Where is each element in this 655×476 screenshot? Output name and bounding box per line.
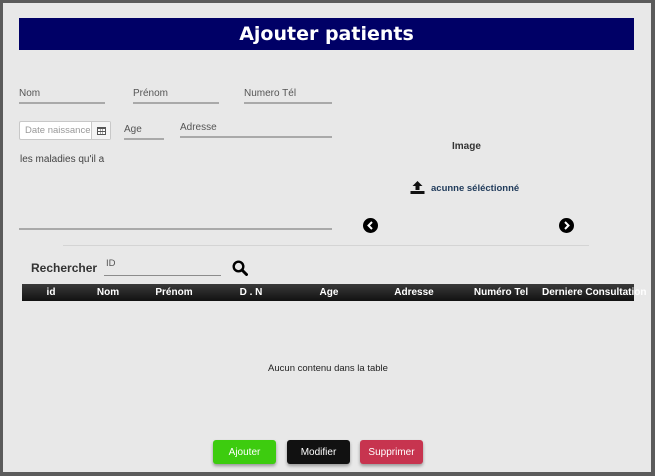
upload-icon xyxy=(410,179,425,198)
prenom-field[interactable]: Prénom xyxy=(133,86,219,104)
phone-field[interactable]: Numero Tél xyxy=(244,86,332,104)
arrow-left-circle-icon[interactable] xyxy=(363,218,378,233)
table-header-row: id Nom Prénom D . N Age Adresse Numéro T… xyxy=(22,284,646,301)
maladies-textarea[interactable] xyxy=(19,228,332,230)
calendar-icon[interactable] xyxy=(91,122,110,139)
upload-status: acunne séléctionné xyxy=(431,183,520,194)
prenom-label: Prénom xyxy=(133,88,169,99)
birthdate-placeholder: Date naissance xyxy=(25,125,91,136)
page-title: Ajouter patients xyxy=(19,18,634,50)
search-label: Rechercher xyxy=(31,261,98,275)
birthdate-picker[interactable]: Date naissance xyxy=(19,121,111,140)
column-header-consultation[interactable]: Derniere Consultation xyxy=(542,284,646,301)
column-header-tel[interactable]: Numéro Tel xyxy=(460,284,542,301)
column-header-dn[interactable]: D . N xyxy=(212,284,290,301)
column-header-prenom[interactable]: Prénom xyxy=(136,284,212,301)
image-title: Image xyxy=(452,141,481,152)
search-icon[interactable] xyxy=(232,260,248,280)
add-button[interactable]: Ajouter xyxy=(213,440,276,464)
column-header-id[interactable]: id xyxy=(22,284,80,301)
column-header-age[interactable]: Age xyxy=(290,284,368,301)
age-field[interactable]: Age xyxy=(124,122,164,140)
phone-label: Numero Tél xyxy=(244,88,297,99)
section-divider xyxy=(63,245,589,246)
edit-button[interactable]: Modifier xyxy=(287,440,350,464)
patients-table: id Nom Prénom D . N Age Adresse Numéro T… xyxy=(22,284,646,301)
adresse-label: Adresse xyxy=(180,122,217,133)
nom-field[interactable]: Nom xyxy=(19,86,105,104)
upload-button[interactable]: acunne séléctionné xyxy=(410,179,519,198)
patient-form-window: Ajouter patients Nom Prénom Numero Tél D… xyxy=(3,3,651,472)
search-input[interactable]: ID xyxy=(104,258,221,276)
delete-button[interactable]: Supprimer xyxy=(360,440,423,464)
column-header-adresse[interactable]: Adresse xyxy=(368,284,460,301)
maladies-label: les maladies qu'il a xyxy=(20,154,105,165)
table-empty-message: Aucun contenu dans la table xyxy=(268,363,388,374)
adresse-field[interactable]: Adresse xyxy=(180,120,332,138)
arrow-right-circle-icon[interactable] xyxy=(559,218,574,233)
age-label: Age xyxy=(124,124,142,135)
column-header-nom[interactable]: Nom xyxy=(80,284,136,301)
nom-label: Nom xyxy=(19,88,41,99)
